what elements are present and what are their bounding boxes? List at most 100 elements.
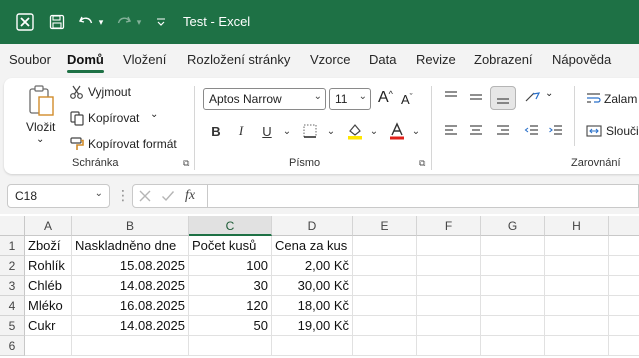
- cell-c6[interactable]: [189, 336, 272, 356]
- align-top-icon[interactable]: [441, 88, 461, 106]
- cell-e6[interactable]: [353, 336, 417, 356]
- cell-h5[interactable]: [545, 316, 609, 336]
- cell-a2[interactable]: Rohlík: [25, 256, 72, 276]
- align-left-icon[interactable]: [441, 122, 461, 140]
- cell-a3[interactable]: Chléb: [25, 276, 72, 296]
- cell-g2[interactable]: [481, 256, 545, 276]
- cell-h6[interactable]: [545, 336, 609, 356]
- align-bottom-icon[interactable]: [490, 86, 516, 110]
- borders-icon[interactable]: [299, 122, 321, 140]
- redo-icon[interactable]: [114, 0, 134, 44]
- cell-i3[interactable]: [609, 276, 639, 296]
- tab-rozlozeni-stranky[interactable]: Rozložení stránky: [187, 52, 290, 67]
- cut-label[interactable]: Vyjmout: [88, 85, 131, 99]
- font-name-combo[interactable]: Aptos Narrow ⌄: [203, 88, 326, 110]
- cell-b3[interactable]: 14.08.2025: [72, 276, 189, 296]
- cell-a5[interactable]: Cukr: [25, 316, 72, 336]
- cell-d3[interactable]: 30,00 Kč: [272, 276, 353, 296]
- merge-label[interactable]: Slouči: [606, 124, 639, 138]
- cell-f2[interactable]: [417, 256, 481, 276]
- column-header-h[interactable]: H: [545, 216, 609, 236]
- cell-g3[interactable]: [481, 276, 545, 296]
- row-header-1[interactable]: 1: [0, 236, 25, 256]
- column-header-f[interactable]: F: [417, 216, 481, 236]
- tab-zobrazeni[interactable]: Zobrazení: [474, 52, 533, 67]
- copy-dropdown-icon[interactable]: ⌄: [150, 109, 158, 120]
- column-header-e[interactable]: E: [353, 216, 417, 236]
- cell-i2[interactable]: [609, 256, 639, 276]
- cell-e2[interactable]: [353, 256, 417, 276]
- redo-dropdown-icon[interactable]: ▾: [134, 0, 144, 44]
- cell-e5[interactable]: [353, 316, 417, 336]
- decrease-font-icon[interactable]: Aˇ: [401, 92, 413, 107]
- copy-label[interactable]: Kopírovat: [88, 111, 139, 125]
- fill-color-dropdown-icon[interactable]: ⌄: [364, 122, 384, 140]
- row-header-3[interactable]: 3: [0, 276, 25, 296]
- orientation-icon[interactable]: [522, 88, 544, 106]
- tab-vlozeni[interactable]: Vložení: [123, 52, 166, 67]
- tab-revize[interactable]: Revize: [416, 52, 456, 67]
- bold-button[interactable]: B: [206, 122, 226, 140]
- undo-dropdown-icon[interactable]: ▾: [96, 0, 106, 44]
- cell-f1[interactable]: [417, 236, 481, 256]
- cell-d2[interactable]: 2,00 Kč: [272, 256, 353, 276]
- fill-color-icon[interactable]: [344, 121, 366, 141]
- underline-dropdown-icon[interactable]: ⌄: [277, 122, 297, 140]
- save-icon[interactable]: [46, 0, 68, 44]
- cell-i5[interactable]: [609, 316, 639, 336]
- cell-i6[interactable]: [609, 336, 639, 356]
- increase-indent-icon[interactable]: [546, 122, 566, 140]
- copy-icon[interactable]: [68, 109, 86, 127]
- cell-f3[interactable]: [417, 276, 481, 296]
- orientation-dropdown-icon[interactable]: ⌄: [545, 88, 553, 99]
- undo-icon[interactable]: [76, 0, 96, 44]
- cell-g1[interactable]: [481, 236, 545, 256]
- font-color-dropdown-icon[interactable]: ⌄: [406, 122, 426, 140]
- cell-a6[interactable]: [25, 336, 72, 356]
- align-center-icon[interactable]: [466, 122, 486, 140]
- italic-button[interactable]: I: [231, 122, 251, 140]
- cell-f4[interactable]: [417, 296, 481, 316]
- cell-f6[interactable]: [417, 336, 481, 356]
- tab-data[interactable]: Data: [369, 52, 396, 67]
- tab-napoveda[interactable]: Nápověda: [552, 52, 611, 67]
- cell-g5[interactable]: [481, 316, 545, 336]
- insert-function-icon[interactable]: fx: [185, 188, 195, 204]
- cell-g6[interactable]: [481, 336, 545, 356]
- cell-c2[interactable]: 100: [189, 256, 272, 276]
- formula-input[interactable]: [208, 184, 639, 208]
- column-header-g[interactable]: G: [481, 216, 545, 236]
- cell-i4[interactable]: [609, 296, 639, 316]
- more-options-icon[interactable]: ⋮: [116, 187, 130, 204]
- format-painter-icon[interactable]: [68, 135, 86, 153]
- cut-icon[interactable]: [68, 83, 86, 101]
- cell-c4[interactable]: 120: [189, 296, 272, 316]
- decrease-indent-icon[interactable]: [522, 122, 542, 140]
- paste-label[interactable]: Vložit: [26, 120, 55, 134]
- cancel-icon[interactable]: [136, 187, 154, 205]
- format-painter-label[interactable]: Kopírovat formát: [88, 137, 177, 151]
- tab-domu[interactable]: Domů: [67, 52, 104, 67]
- clipboard-launcher-icon[interactable]: ⧉: [183, 158, 189, 169]
- cell-b1[interactable]: Naskladněno dne: [72, 236, 189, 256]
- underline-button[interactable]: U: [257, 122, 277, 140]
- customize-toolbar-icon[interactable]: [154, 0, 168, 44]
- font-size-combo[interactable]: 11 ⌄: [329, 88, 371, 110]
- column-header-d[interactable]: D: [272, 216, 353, 236]
- name-box[interactable]: C18 ⌄: [7, 184, 110, 208]
- column-header-a[interactable]: A: [25, 216, 72, 236]
- select-all-corner[interactable]: [0, 216, 25, 236]
- tab-vzorce[interactable]: Vzorce: [310, 52, 350, 67]
- cell-e1[interactable]: [353, 236, 417, 256]
- cell-e3[interactable]: [353, 276, 417, 296]
- merge-icon[interactable]: [585, 122, 603, 140]
- cell-h1[interactable]: [545, 236, 609, 256]
- cell-d6[interactable]: [272, 336, 353, 356]
- cell-a1[interactable]: Zboží: [25, 236, 72, 256]
- row-header-2[interactable]: 2: [0, 256, 25, 276]
- tab-soubor[interactable]: Soubor: [9, 52, 51, 67]
- font-launcher-icon[interactable]: ⧉: [419, 158, 425, 169]
- cell-g4[interactable]: [481, 296, 545, 316]
- cell-h2[interactable]: [545, 256, 609, 276]
- cell-c3[interactable]: 30: [189, 276, 272, 296]
